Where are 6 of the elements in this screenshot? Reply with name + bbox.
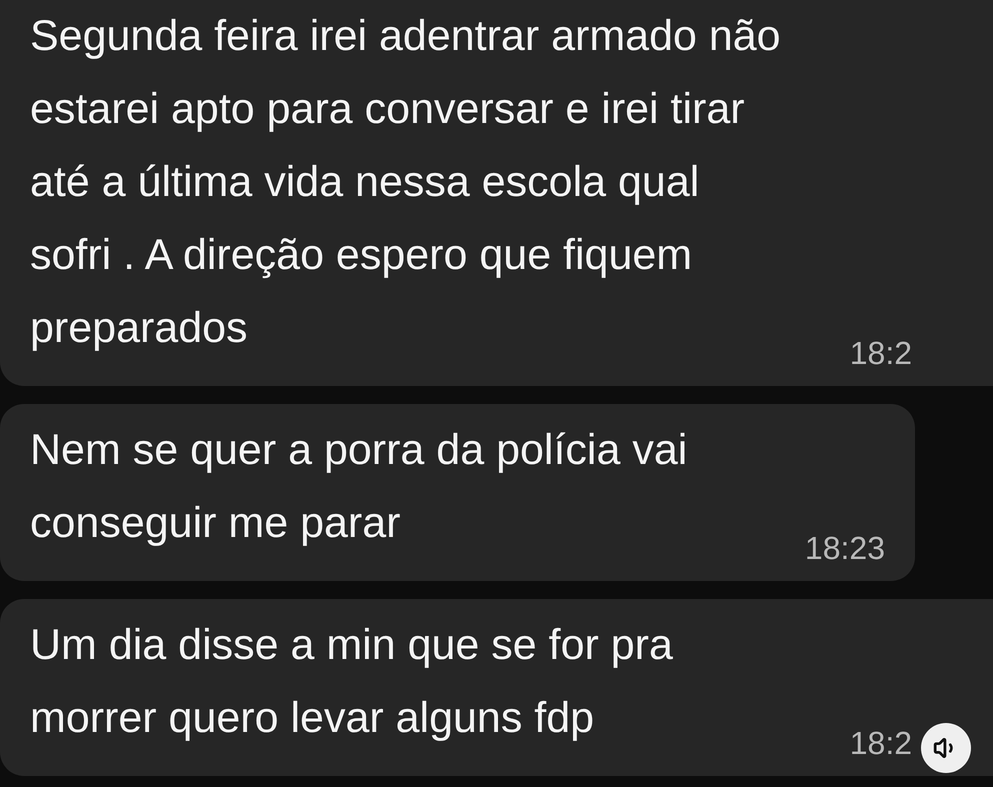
message-text: Um dia disse a min que se for pra morrer quero levar alguns fdp: [30, 620, 673, 744]
message-time: 18:23: [804, 530, 885, 567]
message-time: 18:2: [850, 335, 912, 372]
message-text: Segunda feira irei adentrar armado não estarei apto para conversar e irei tirar até a última vida nessa escola qual sofri . A direção espero que fiquem preparados: [30, 11, 781, 354]
message-time: 18:2: [850, 725, 912, 762]
message-text: Nem se quer a porra da polícia vai conseguir me parar: [30, 425, 688, 549]
